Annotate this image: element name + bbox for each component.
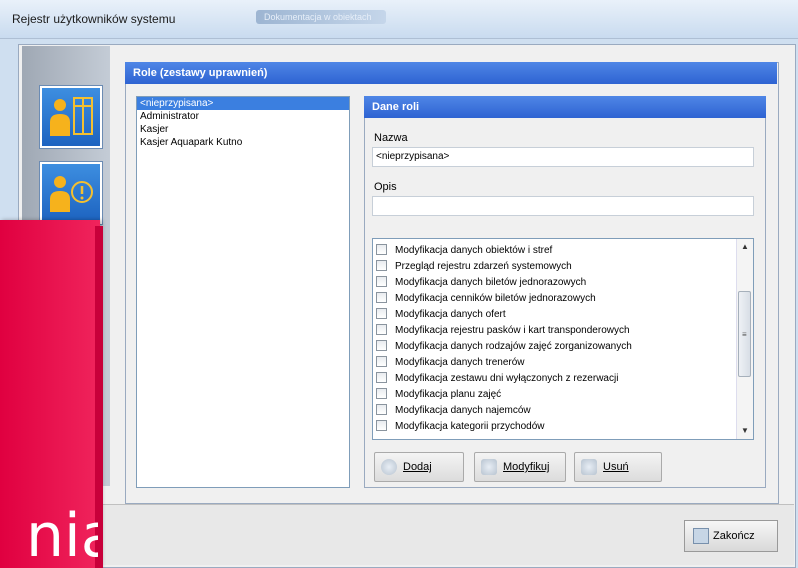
scroll-thumb[interactable]: ≡ (738, 291, 751, 377)
permission-item[interactable]: Modyfikacja danych obiektów i stref (376, 243, 736, 259)
permission-item[interactable]: Przegląd rejestru zdarzeń systemowych (376, 259, 736, 275)
scroll-up-icon[interactable]: ▲ (737, 239, 753, 255)
permission-checkbox[interactable] (376, 387, 387, 399)
permission-item[interactable]: Modyfikacja danych trenerów (376, 355, 736, 371)
role-list-item[interactable]: Kasjer Aquapark Kutno (137, 136, 349, 149)
scroll-down-icon[interactable]: ▼ (737, 423, 753, 439)
permission-label: Modyfikacja kategorii przychodów (395, 421, 545, 432)
name-label: Nazwa (374, 132, 408, 144)
permission-item[interactable]: Modyfikacja rejestru pasków i kart trans… (376, 323, 736, 339)
permission-label: Modyfikacja danych najemców (395, 405, 531, 416)
permission-checkbox[interactable] (376, 291, 387, 303)
grip-icon: ≡ (742, 330, 747, 339)
window-title: Rejestr użytkowników systemu (12, 12, 176, 26)
permission-item[interactable]: Modyfikacja danych najemców (376, 403, 736, 419)
role-list-item[interactable]: <nieprzypisana> (137, 97, 349, 110)
permission-checkbox[interactable] (376, 243, 387, 255)
permission-label: Modyfikacja rejestru pasków i kart trans… (395, 325, 630, 336)
permission-label: Modyfikacja danych obiektów i stref (395, 245, 553, 256)
permission-label: Modyfikacja zestawu dni wyłączonych z re… (395, 373, 619, 384)
permission-checkbox[interactable] (376, 275, 387, 287)
modify-button[interactable]: Modyfikuj (474, 452, 566, 482)
permission-label: Modyfikacja danych trenerów (395, 357, 525, 368)
background-tab[interactable]: Dokumentacja w obiektach (256, 10, 386, 24)
user-alert-icon (50, 176, 93, 212)
permission-item[interactable]: Modyfikacja cenników biletów jednorazowy… (376, 291, 736, 307)
permission-checkbox[interactable] (376, 371, 387, 383)
permission-label: Modyfikacja cenników biletów jednorazowy… (395, 293, 596, 304)
user-table-icon (50, 97, 93, 136)
permission-item[interactable]: Modyfikacja zestawu dni wyłączonych z re… (376, 371, 736, 387)
edit-icon (481, 459, 497, 475)
permission-checkbox[interactable] (376, 339, 387, 351)
role-list-item[interactable]: Administrator (137, 110, 349, 123)
permission-checkbox[interactable] (376, 419, 387, 431)
user-alert-tool[interactable] (40, 162, 102, 224)
permission-item[interactable]: Modyfikacja kategorii przychodów (376, 419, 736, 435)
title-bar: Rejestr użytkowników systemu Dokumentacj… (0, 0, 798, 39)
add-button[interactable]: Dodaj (374, 452, 464, 482)
add-icon (381, 459, 397, 475)
bottom-bar (18, 504, 794, 565)
permission-label: Modyfikacja danych rodzajów zajęć zorgan… (395, 341, 632, 352)
permission-checkbox[interactable] (376, 323, 387, 335)
permission-checkbox[interactable] (376, 355, 387, 367)
roles-panel-title: Role (zestawy uprawnień) (125, 62, 777, 84)
permission-checkbox[interactable] (376, 259, 387, 271)
permission-label: Modyfikacja planu zajęć (395, 389, 502, 400)
roles-list[interactable]: <nieprzypisana> Administrator Kasjer Kasjer… (136, 96, 350, 488)
permission-item[interactable]: Modyfikacja danych biletów jednorazowych (376, 275, 736, 291)
role-list-item[interactable]: Kasjer (137, 123, 349, 136)
description-label: Opis (374, 181, 397, 193)
permission-label: Przegląd rejestru zdarzeń systemowych (395, 261, 572, 272)
permission-item[interactable]: Modyfikacja danych ofert (376, 307, 736, 323)
permissions-scrollbar[interactable]: ▲ ≡ ▼ (736, 239, 753, 439)
name-field[interactable]: <nieprzypisana> (372, 147, 754, 167)
description-field[interactable] (372, 196, 754, 216)
permission-item[interactable]: Modyfikacja planu zajęć (376, 387, 736, 403)
permission-checkbox[interactable] (376, 403, 387, 415)
remove-icon (581, 459, 597, 475)
user-table-tool[interactable] (40, 86, 102, 148)
role-details-title: Dane roli (364, 96, 766, 118)
app-window: Rejestr użytkowników systemu Dokumentacj… (0, 0, 798, 568)
slide-overlay-text: nia (26, 506, 98, 566)
permission-label: Modyfikacja danych ofert (395, 309, 506, 320)
permission-checkbox[interactable] (376, 307, 387, 319)
permission-item[interactable]: Modyfikacja danych rodzajów zajęć zorgan… (376, 339, 736, 355)
permissions-list[interactable]: Modyfikacja danych obiektów i stref Przeg… (372, 238, 754, 440)
close-button[interactable]: Zakończ (684, 520, 778, 552)
close-icon (693, 528, 709, 544)
permission-label: Modyfikacja danych biletów jednorazowych (395, 277, 587, 288)
remove-button[interactable]: Usuń (574, 452, 662, 482)
